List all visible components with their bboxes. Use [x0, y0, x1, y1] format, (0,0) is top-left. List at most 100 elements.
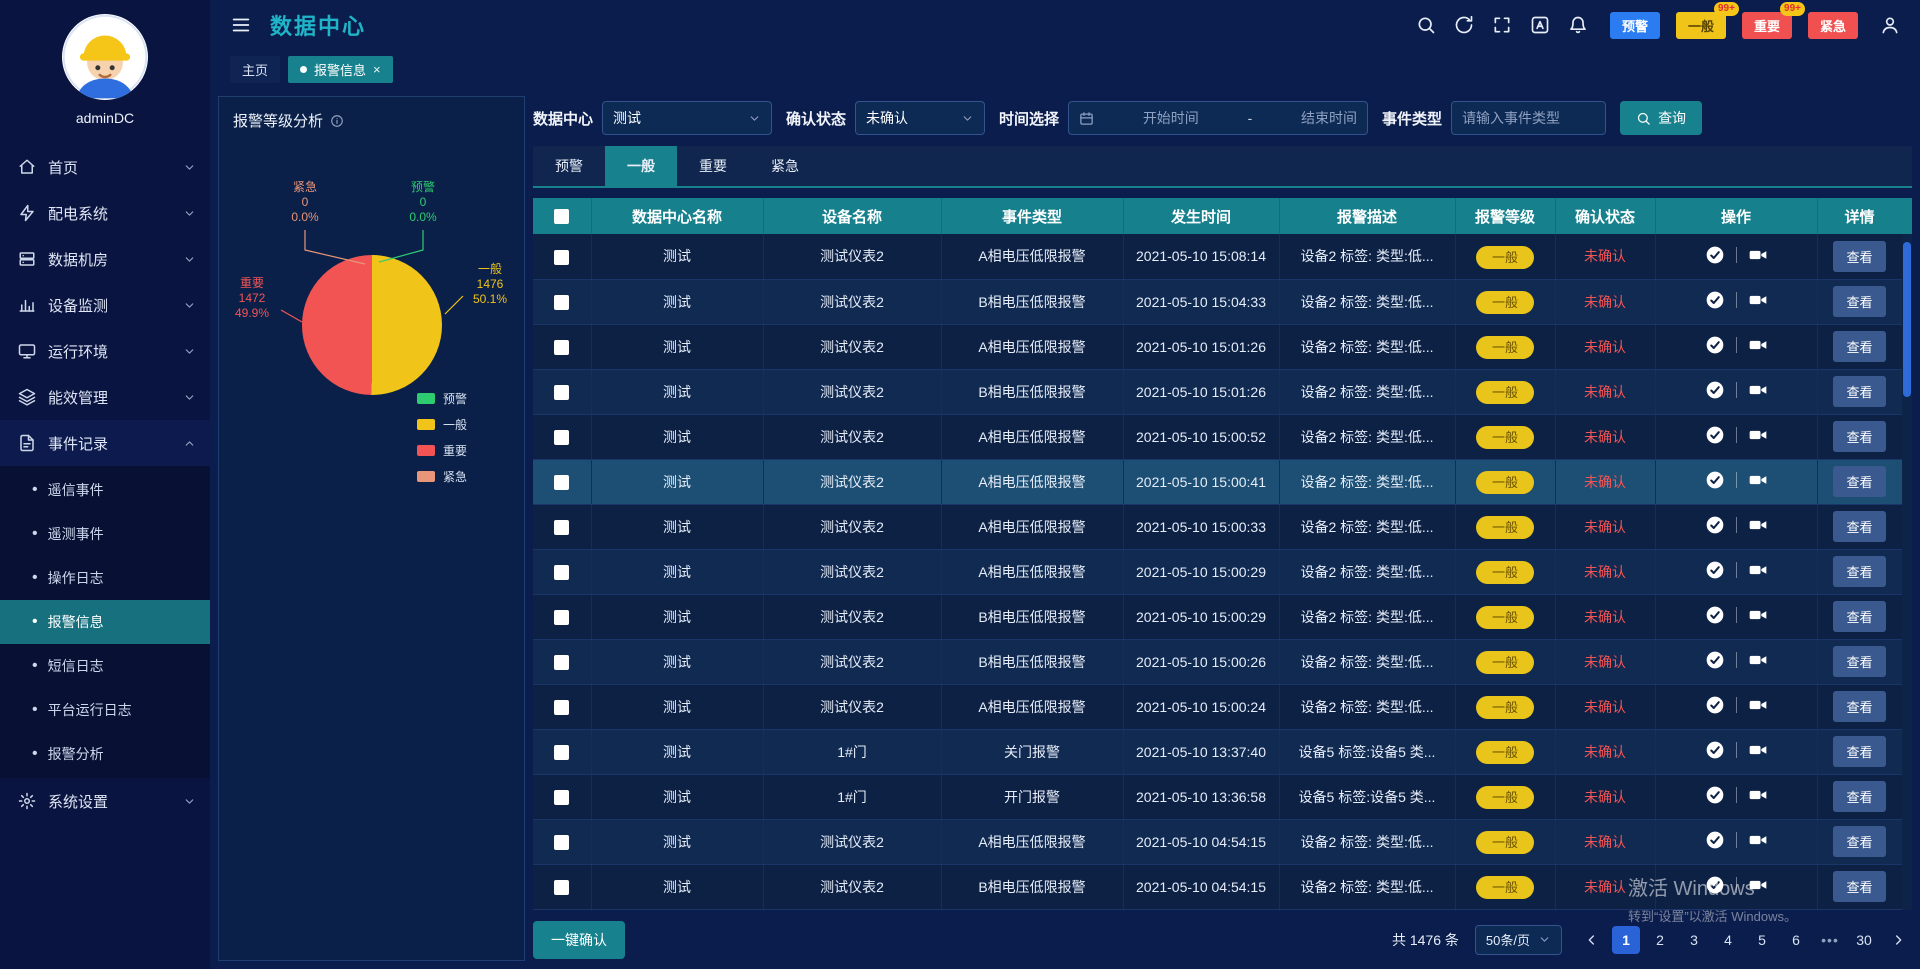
- page-tab-0[interactable]: 主页: [230, 56, 280, 83]
- camera-icon[interactable]: [1748, 650, 1768, 670]
- view-button[interactable]: 查看: [1833, 646, 1885, 677]
- row-checkbox[interactable]: [554, 790, 569, 805]
- confirm-icon[interactable]: [1705, 245, 1725, 265]
- table-row[interactable]: 测试测试仪表2B相电压低限报警2021-05-10 15:00:26设备2 标签…: [533, 639, 1902, 684]
- sidebar-subitem-0[interactable]: •遥信事件: [0, 468, 210, 512]
- row-checkbox[interactable]: [554, 475, 569, 490]
- confirm-status-select[interactable]: 未确认: [855, 101, 985, 135]
- page-ellipsis[interactable]: •••: [1816, 926, 1844, 954]
- row-checkbox[interactable]: [554, 655, 569, 670]
- legend-item-1[interactable]: 一般: [417, 416, 467, 433]
- sidebar-item-6[interactable]: 事件记录: [0, 420, 210, 466]
- row-checkbox[interactable]: [554, 520, 569, 535]
- alarm-tab-1[interactable]: 一般: [605, 146, 677, 186]
- alarm-tab-0[interactable]: 预警: [533, 146, 605, 186]
- sidebar-subitem-4[interactable]: •短信日志: [0, 644, 210, 688]
- confirm-icon[interactable]: [1705, 830, 1725, 850]
- row-checkbox[interactable]: [554, 745, 569, 760]
- sidebar-subitem-6[interactable]: •报警分析: [0, 732, 210, 776]
- confirm-icon[interactable]: [1705, 380, 1725, 400]
- legend-item-3[interactable]: 紧急: [417, 468, 467, 485]
- confirm-icon[interactable]: [1705, 740, 1725, 760]
- camera-icon[interactable]: [1748, 830, 1768, 850]
- confirm-icon[interactable]: [1705, 335, 1725, 355]
- camera-icon[interactable]: [1748, 380, 1768, 400]
- sidebar-item-3[interactable]: 设备监测: [0, 282, 210, 328]
- table-row[interactable]: 测试测试仪表2A相电压低限报警2021-05-10 15:08:14设备2 标签…: [533, 234, 1902, 279]
- legend-item-2[interactable]: 重要: [417, 442, 467, 459]
- table-row[interactable]: 测试测试仪表2A相电压低限报警2021-05-10 15:01:26设备2 标签…: [533, 324, 1902, 369]
- sidebar-subitem-5[interactable]: •平台运行日志: [0, 688, 210, 732]
- confirm-icon[interactable]: [1705, 785, 1725, 805]
- query-button[interactable]: 查询: [1620, 101, 1702, 135]
- scrollbar-thumb[interactable]: [1903, 242, 1911, 397]
- table-row[interactable]: 测试测试仪表2B相电压低限报警2021-05-10 04:54:15设备2 标签…: [533, 864, 1902, 909]
- table-row[interactable]: 测试测试仪表2A相电压低限报警2021-05-10 15:00:33设备2 标签…: [533, 504, 1902, 549]
- confirm-icon[interactable]: [1705, 695, 1725, 715]
- table-row[interactable]: 测试测试仪表2B相电压低限报警2021-05-10 15:04:33设备2 标签…: [533, 279, 1902, 324]
- page-size-select[interactable]: 50条/页: [1475, 925, 1562, 955]
- view-button[interactable]: 查看: [1833, 286, 1885, 317]
- page-button-1[interactable]: 1: [1612, 926, 1640, 954]
- page-button-3[interactable]: 3: [1680, 926, 1708, 954]
- table-row[interactable]: 测试测试仪表2A相电压低限报警2021-05-10 04:54:15设备2 标签…: [533, 819, 1902, 864]
- sidebar-subitem-3[interactable]: •报警信息: [0, 600, 210, 644]
- camera-icon[interactable]: [1748, 515, 1768, 535]
- page-button-30[interactable]: 30: [1850, 926, 1878, 954]
- sidebar-subitem-1[interactable]: •遥测事件: [0, 512, 210, 556]
- row-checkbox[interactable]: [554, 250, 569, 265]
- page-tab-1[interactable]: 报警信息×: [288, 56, 393, 83]
- confirm-icon[interactable]: [1705, 290, 1725, 310]
- alarm-tab-2[interactable]: 重要: [677, 146, 749, 186]
- row-checkbox[interactable]: [554, 430, 569, 445]
- table-scrollbar[interactable]: [1902, 198, 1912, 910]
- fullscreen-icon[interactable]: [1492, 15, 1512, 35]
- confirm-icon[interactable]: [1705, 605, 1725, 625]
- alarm-tab-3[interactable]: 紧急: [749, 146, 821, 186]
- view-button[interactable]: 查看: [1833, 601, 1885, 632]
- camera-icon[interactable]: [1748, 605, 1768, 625]
- row-checkbox[interactable]: [554, 700, 569, 715]
- user-icon[interactable]: [1880, 15, 1900, 35]
- camera-icon[interactable]: [1748, 470, 1768, 490]
- menu-toggle-icon[interactable]: [230, 14, 252, 36]
- page-button-4[interactable]: 4: [1714, 926, 1742, 954]
- camera-icon[interactable]: [1748, 425, 1768, 445]
- next-page-button[interactable]: [1884, 926, 1912, 954]
- page-button-5[interactable]: 5: [1748, 926, 1776, 954]
- confirm-icon[interactable]: [1705, 650, 1725, 670]
- table-row[interactable]: 测试测试仪表2A相电压低限报警2021-05-10 15:00:52设备2 标签…: [533, 414, 1902, 459]
- view-button[interactable]: 查看: [1833, 466, 1885, 497]
- camera-icon[interactable]: [1748, 335, 1768, 355]
- sidebar-subitem-2[interactable]: •操作日志: [0, 556, 210, 600]
- sidebar-item-2[interactable]: 数据机房: [0, 236, 210, 282]
- date-range-picker[interactable]: 开始时间 - 结束时间: [1068, 101, 1368, 135]
- camera-icon[interactable]: [1748, 875, 1768, 895]
- view-button[interactable]: 查看: [1833, 556, 1885, 587]
- view-button[interactable]: 查看: [1833, 511, 1885, 542]
- sidebar-item-7[interactable]: 系统设置: [0, 778, 210, 824]
- row-checkbox[interactable]: [554, 835, 569, 850]
- confirm-icon[interactable]: [1705, 515, 1725, 535]
- view-button[interactable]: 查看: [1833, 736, 1885, 767]
- confirm-all-button[interactable]: 一键确认: [533, 921, 625, 959]
- bell-icon[interactable]: [1568, 15, 1588, 35]
- legend-item-0[interactable]: 预警: [417, 390, 467, 407]
- camera-icon[interactable]: [1748, 695, 1768, 715]
- view-button[interactable]: 查看: [1833, 871, 1885, 902]
- alarm-badge-2[interactable]: 重要99+: [1742, 12, 1792, 39]
- table-row[interactable]: 测试1#门开门报警2021-05-10 13:36:58设备5 标签:设备5 类…: [533, 774, 1902, 819]
- alarm-badge-3[interactable]: 紧急: [1808, 12, 1858, 39]
- confirm-icon[interactable]: [1705, 425, 1725, 445]
- sidebar-item-1[interactable]: 配电系统: [0, 190, 210, 236]
- row-checkbox[interactable]: [554, 565, 569, 580]
- table-row[interactable]: 测试测试仪表2B相电压低限报警2021-05-10 15:00:29设备2 标签…: [533, 594, 1902, 639]
- row-checkbox[interactable]: [554, 880, 569, 895]
- view-button[interactable]: 查看: [1833, 241, 1885, 272]
- refresh-icon[interactable]: [1454, 15, 1474, 35]
- tab-close-icon[interactable]: ×: [373, 62, 381, 77]
- confirm-icon[interactable]: [1705, 560, 1725, 580]
- prev-page-button[interactable]: [1578, 926, 1606, 954]
- view-button[interactable]: 查看: [1833, 376, 1885, 407]
- confirm-icon[interactable]: [1705, 470, 1725, 490]
